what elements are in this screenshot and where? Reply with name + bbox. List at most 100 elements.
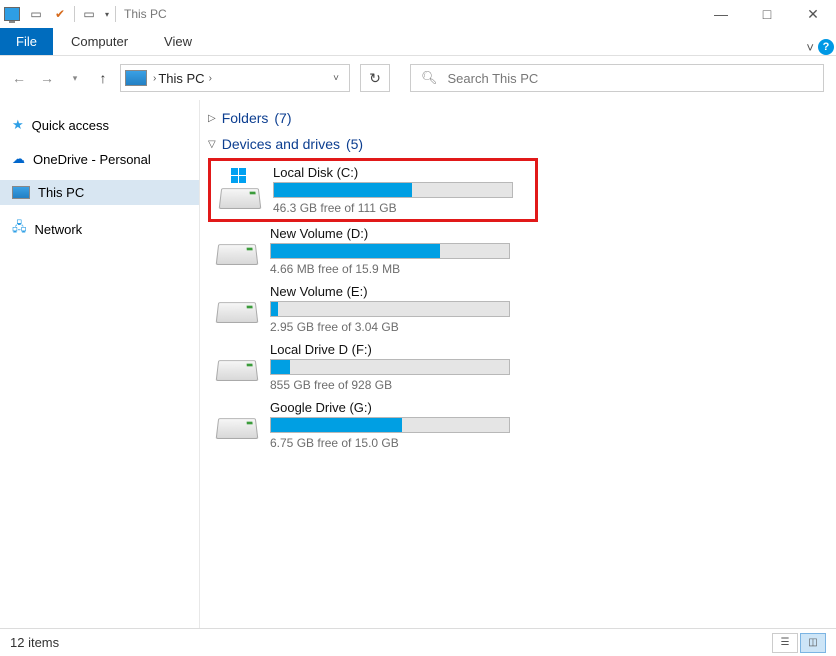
search-icon: 🔍︎ xyxy=(421,70,438,86)
maximize-button[interactable]: □ xyxy=(744,0,790,28)
status-items-count: 12 items xyxy=(10,635,59,650)
hdd-icon xyxy=(216,302,259,323)
group-count: (7) xyxy=(274,110,291,126)
nav-up-button[interactable]: ↑ xyxy=(92,67,114,89)
drive-item[interactable]: Google Drive (G:)6.75 GB free of 15.0 GB xyxy=(208,396,538,454)
drive-info: New Volume (D:) 4.66 MB free of 15.9 MB xyxy=(270,226,532,276)
drive-name: Google Drive (G:) xyxy=(270,400,532,415)
nav-row: ← → ▾ ↑ › This PC › ˅ ↻ 🔍︎ Search This P… xyxy=(0,56,836,100)
breadcrumb-this-pc[interactable]: This PC xyxy=(158,71,204,86)
drive-item[interactable]: Local Disk (C:) 46.3 GB free of 111 GB xyxy=(208,158,538,222)
sidebar-item-label: This PC xyxy=(38,185,84,200)
drive-free-text: 855 GB free of 928 GB xyxy=(270,378,532,392)
group-folders[interactable]: ▷ Folders (7) xyxy=(200,106,836,132)
drive-info: New Volume (E:) 2.95 GB free of 3.04 GB xyxy=(270,284,532,334)
capacity-bar xyxy=(270,417,510,433)
group-devices-and-drives[interactable]: ▽ Devices and drives (5) xyxy=(200,132,836,158)
address-bar[interactable]: › This PC › ˅ xyxy=(120,64,350,92)
address-history-caret-icon[interactable]: ˅ xyxy=(327,73,345,84)
drive-icon xyxy=(214,342,260,388)
qat-newfolder-icon[interactable]: ▭ xyxy=(81,6,97,22)
refresh-button[interactable]: ↻ xyxy=(360,64,390,92)
chevron-down-icon: ▽ xyxy=(208,139,216,150)
capacity-bar xyxy=(270,359,510,375)
sidebar-item-label: Network xyxy=(35,222,83,237)
drive-free-text: 4.66 MB free of 15.9 MB xyxy=(270,262,532,276)
drive-name: New Volume (D:) xyxy=(270,226,532,241)
content-pane: ▷ Folders (7) ▽ Devices and drives (5) L… xyxy=(200,100,836,628)
sidebar-item-onedrive[interactable]: ☁ OneDrive - Personal xyxy=(0,146,199,172)
hdd-icon xyxy=(216,244,259,265)
chevron-right-icon[interactable]: › xyxy=(209,73,212,84)
search-input[interactable]: 🔍︎ Search This PC xyxy=(410,64,824,92)
sidebar-item-label: Quick access xyxy=(32,118,109,133)
capacity-fill xyxy=(271,360,290,374)
drive-icon xyxy=(214,226,260,272)
chevron-right-icon: ▷ xyxy=(208,113,216,124)
hdd-icon xyxy=(219,188,262,209)
sidebar-item-label: OneDrive - Personal xyxy=(33,152,151,167)
title-separator xyxy=(115,6,116,22)
hdd-icon xyxy=(216,418,259,439)
drive-list: Local Disk (C:) 46.3 GB free of 111 GB New… xyxy=(200,158,836,454)
qat-properties-icon[interactable]: ▭ xyxy=(28,6,44,22)
pc-icon xyxy=(12,186,30,199)
drive-free-text: 46.3 GB free of 111 GB xyxy=(273,201,529,215)
window-title: This PC xyxy=(124,7,167,21)
drive-free-text: 2.95 GB free of 3.04 GB xyxy=(270,320,532,334)
main-area: ★ Quick access ☁ OneDrive - Personal Thi… xyxy=(0,100,836,628)
capacity-bar xyxy=(273,182,513,198)
sidebar-item-quick-access[interactable]: ★ Quick access xyxy=(0,112,199,138)
drive-item[interactable]: New Volume (D:) 4.66 MB free of 15.9 MB xyxy=(208,222,538,280)
capacity-fill xyxy=(271,418,402,432)
windows-logo-icon xyxy=(231,168,246,183)
drive-icon xyxy=(214,400,260,446)
hdd-icon xyxy=(216,360,259,381)
group-label: Folders xyxy=(222,110,269,126)
group-count: (5) xyxy=(346,136,363,152)
search-placeholder: Search This PC xyxy=(448,71,539,86)
close-button[interactable]: ✕ xyxy=(790,0,836,28)
nav-forward-button[interactable]: → xyxy=(36,67,58,89)
sidebar-item-network[interactable]: 🖧 Network xyxy=(0,213,199,245)
capacity-bar xyxy=(270,301,510,317)
view-tiles-button[interactable]: ◫ xyxy=(800,633,826,653)
drive-icon xyxy=(217,165,263,211)
ribbon-collapse-caret-icon[interactable]: ˅ xyxy=(806,40,814,55)
group-label: Devices and drives xyxy=(222,136,340,152)
status-bar: 12 items ☰ ◫ xyxy=(0,628,836,656)
minimize-button[interactable]: — xyxy=(698,0,744,28)
nav-back-button[interactable]: ← xyxy=(8,67,30,89)
tab-view[interactable]: View xyxy=(146,28,210,55)
network-icon: 🖧 xyxy=(12,218,27,240)
tab-computer[interactable]: Computer xyxy=(53,28,146,55)
drive-name: Local Drive D (F:) xyxy=(270,342,532,357)
drive-item[interactable]: Local Drive D (F:) 855 GB free of 928 GB xyxy=(208,338,538,396)
drive-info: Local Drive D (F:) 855 GB free of 928 GB xyxy=(270,342,532,392)
file-tab[interactable]: File xyxy=(0,28,53,55)
app-icon xyxy=(4,7,20,21)
capacity-bar xyxy=(270,243,510,259)
title-bar: ▭ ✔ ▭ ▾ This PC — □ ✕ xyxy=(0,0,836,28)
star-icon: ★ xyxy=(12,117,24,133)
qat-separator xyxy=(74,6,75,22)
chevron-right-icon[interactable]: › xyxy=(153,73,156,84)
qat-check-icon[interactable]: ✔ xyxy=(52,6,68,22)
sidebar-item-this-pc[interactable]: This PC xyxy=(0,180,199,205)
nav-recent-caret-icon[interactable]: ▾ xyxy=(64,67,86,89)
drive-name: New Volume (E:) xyxy=(270,284,532,299)
drive-info: Google Drive (G:)6.75 GB free of 15.0 GB xyxy=(270,400,532,450)
navigation-pane: ★ Quick access ☁ OneDrive - Personal Thi… xyxy=(0,100,200,628)
ribbon: File Computer View ˅ ? xyxy=(0,28,836,56)
drive-info: Local Disk (C:) 46.3 GB free of 111 GB xyxy=(273,165,529,215)
refresh-icon: ↻ xyxy=(369,70,381,87)
drive-icon xyxy=(214,284,260,330)
qat-dropdown-caret-icon[interactable]: ▾ xyxy=(105,10,109,19)
drive-name: Local Disk (C:) xyxy=(273,165,529,180)
drive-item[interactable]: New Volume (E:) 2.95 GB free of 3.04 GB xyxy=(208,280,538,338)
capacity-fill xyxy=(274,183,412,197)
view-details-button[interactable]: ☰ xyxy=(772,633,798,653)
help-icon[interactable]: ? xyxy=(818,39,834,55)
capacity-fill xyxy=(271,302,278,316)
address-pc-icon xyxy=(125,70,147,86)
